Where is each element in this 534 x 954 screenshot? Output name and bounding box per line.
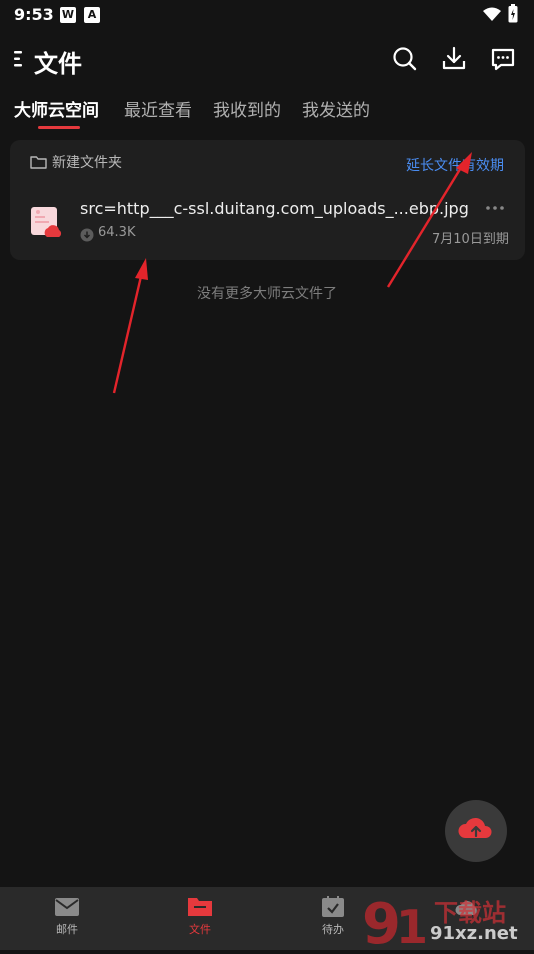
message-icon[interactable] [486, 42, 520, 76]
search-icon[interactable] [388, 42, 422, 76]
new-folder-button[interactable]: 新建文件夹 [52, 152, 122, 172]
battery-icon [508, 4, 518, 23]
cloud-upload-icon [458, 817, 492, 838]
wps-app-icon: W [60, 7, 76, 23]
download-icon[interactable] [437, 42, 471, 76]
image-file-icon [31, 207, 62, 237]
downloaded-icon [80, 228, 94, 242]
mail-icon [55, 898, 79, 916]
tab-sent[interactable]: 我发送的 [302, 96, 370, 121]
folder-icon[interactable] [30, 155, 47, 169]
svg-text:1: 1 [396, 900, 428, 950]
wifi-icon [483, 7, 501, 21]
active-tab-indicator [38, 126, 80, 129]
watermark-text: 91xz.net [430, 923, 518, 944]
calendar-check-icon [322, 896, 344, 917]
nav-files-label: 文件 [189, 923, 211, 936]
extend-validity-link[interactable]: 延长文件有效期 [406, 155, 504, 175]
tab-master-cloud[interactable]: 大师云空间 [14, 96, 99, 121]
tab-received[interactable]: 我收到的 [213, 96, 281, 121]
menu-icon[interactable] [14, 50, 24, 68]
tab-recent[interactable]: 最近查看 [124, 96, 192, 121]
file-name[interactable]: src=http___c-ssl.duitang.com_uploads_...… [80, 199, 469, 218]
watermark-logo: 9 1 下载站 91xz.net [360, 885, 534, 954]
status-bar: 9:53 W A [0, 0, 534, 30]
folder-filled-icon [188, 898, 212, 916]
nav-mail-label: 邮件 [56, 923, 78, 936]
arrow-head-icon [135, 258, 148, 280]
nav-mail[interactable]: 邮件 [27, 895, 107, 945]
file-expiry: 7月10日到期 [432, 232, 509, 247]
notification-app-icon: A [84, 7, 100, 23]
status-time: 9:53 [14, 5, 54, 24]
upload-fab[interactable] [445, 800, 507, 862]
no-more-files-message: 没有更多大师云文件了 [197, 286, 337, 302]
page-title: 文件 [34, 50, 82, 78]
more-options-icon[interactable] [484, 200, 506, 216]
nav-files[interactable]: 文件 [160, 895, 240, 945]
file-size: 64.3K [98, 225, 136, 240]
